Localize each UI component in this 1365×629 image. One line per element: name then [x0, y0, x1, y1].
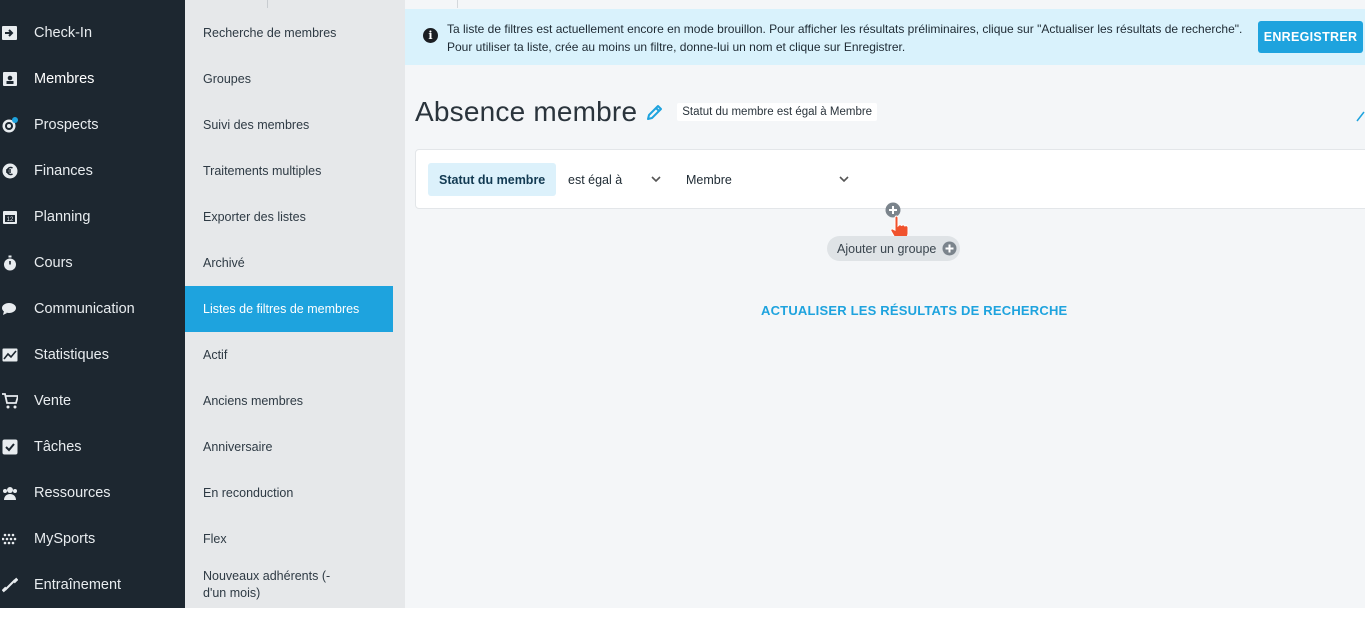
submenu-item-traitements[interactable]: Traitements multiples [185, 148, 393, 194]
plus-circle-icon [942, 241, 957, 256]
submenu-item-anciens[interactable]: Anciens membres [185, 378, 393, 424]
main-content: i Ta liste de filtres est actuellement e… [405, 0, 1365, 608]
nav-item-statistiques[interactable]: Statistiques [0, 332, 185, 378]
nav-item-mysports[interactable]: MySports [0, 516, 185, 562]
nav-item-vente[interactable]: Vente [0, 378, 185, 424]
add-group-button[interactable]: Ajouter un groupe [827, 236, 961, 261]
nav-item-label: Statistiques [34, 347, 109, 363]
nav-item-label: Prospects [34, 117, 99, 133]
euro-icon [1, 162, 19, 180]
title-row: Absence membre Statut du membre est égal… [415, 96, 878, 128]
nav-item-label: Entraînement [34, 577, 122, 593]
chevron-down-icon[interactable] [651, 174, 661, 184]
nav-item-label: Communication [34, 301, 135, 317]
submenu-item-anniversaire[interactable]: Anniversaire [185, 424, 393, 470]
nav-item-planning[interactable]: 12 Planning [0, 194, 185, 240]
submenu-item-actif[interactable]: Actif [185, 332, 393, 378]
nav-item-label: Ressources [34, 485, 111, 501]
target-icon [1, 116, 19, 134]
divider [267, 0, 268, 8]
chevron-down-icon[interactable] [839, 174, 849, 184]
chat-icon [1, 300, 19, 318]
draft-info-banner: i Ta liste de filtres est actuellement e… [405, 9, 1365, 65]
nav-item-prospects[interactable]: Prospects [0, 102, 185, 148]
nav-item-label: Vente [34, 393, 72, 409]
banner-line-2: Pour utiliser ta liste, crée au moins un… [447, 40, 906, 54]
filter-row: Statut du membre est égal à Membre [415, 149, 1365, 209]
cart-icon [1, 392, 19, 410]
page-title: Absence membre [415, 96, 638, 127]
dots-icon [1, 530, 19, 548]
save-button[interactable]: ENREGISTRER [1258, 21, 1363, 53]
nav-item-label: Tâches [34, 439, 82, 455]
nav-item-label: Check-In [34, 25, 93, 41]
nav-item-membres[interactable]: Membres [0, 56, 185, 102]
nav-item-label: Finances [34, 163, 93, 179]
pencil-icon[interactable] [645, 102, 665, 122]
submenu: Recherche de membres Groupes Suivi des m… [185, 0, 405, 608]
nav-item-entrainement[interactable]: Entraînement [0, 562, 185, 608]
id-card-icon [1, 70, 19, 88]
banner-line-1: Ta liste de filtres est actuellement enc… [447, 22, 1243, 36]
nav-item-label: MySports [34, 531, 96, 547]
calendar-icon: 12 [1, 208, 19, 226]
sign-in-icon [1, 24, 19, 42]
submenu-item-listes-filtres[interactable]: Listes de filtres de membres [185, 286, 393, 332]
svg-text:12: 12 [7, 217, 14, 223]
nav-item-communication[interactable]: Communication [0, 286, 185, 332]
banner-message: Ta liste de filtres est actuellement enc… [447, 20, 1247, 56]
nav-item-label: Cours [34, 255, 73, 271]
stopwatch-icon [1, 254, 19, 272]
nav-item-taches[interactable]: Tâches [0, 424, 185, 470]
submenu-item-recherche[interactable]: Recherche de membres [185, 10, 393, 56]
divider [457, 0, 458, 8]
checkbox-icon [1, 438, 19, 456]
filter-value-select[interactable]: Membre [686, 163, 732, 196]
refresh-results-link[interactable]: ACTUALISER LES RÉSULTATS DE RECHERCHE [761, 303, 1067, 318]
filter-field-select[interactable]: Statut du membre [428, 163, 557, 196]
nav-item-label: Planning [34, 209, 91, 225]
submenu-item-suivi[interactable]: Suivi des membres [185, 102, 393, 148]
submenu-item-exporter[interactable]: Exporter des listes [185, 194, 393, 240]
filter-summary-tag: Statut du membre est égal à Membre [677, 103, 878, 121]
nav-item-check-in[interactable]: Check-In [0, 10, 185, 56]
submenu-item-reconduction[interactable]: En reconduction [185, 470, 393, 516]
info-icon: i [423, 28, 438, 43]
bottom-strip [0, 608, 1365, 629]
nav-item-ressources[interactable]: Ressources [0, 470, 185, 516]
main-sidebar: Check-In Membres Prospects Finances 12 P… [0, 0, 185, 608]
edit-corner-icon[interactable] [1355, 110, 1365, 122]
dumbbell-icon [1, 576, 19, 594]
nav-item-cours[interactable]: Cours [0, 240, 185, 286]
nav-item-label: Membres [34, 71, 95, 87]
add-group-label: Ajouter un groupe [837, 241, 937, 256]
submenu-item-archive[interactable]: Archivé [185, 240, 393, 286]
filter-operator-select[interactable]: est égal à [568, 163, 622, 196]
users-icon [1, 484, 19, 502]
submenu-item-nouveaux[interactable]: Nouveaux adhérents (- d'un mois) [185, 556, 393, 608]
nav-item-finances[interactable]: Finances [0, 148, 185, 194]
submenu-item-groupes[interactable]: Groupes [185, 56, 393, 102]
chart-icon [1, 346, 19, 364]
